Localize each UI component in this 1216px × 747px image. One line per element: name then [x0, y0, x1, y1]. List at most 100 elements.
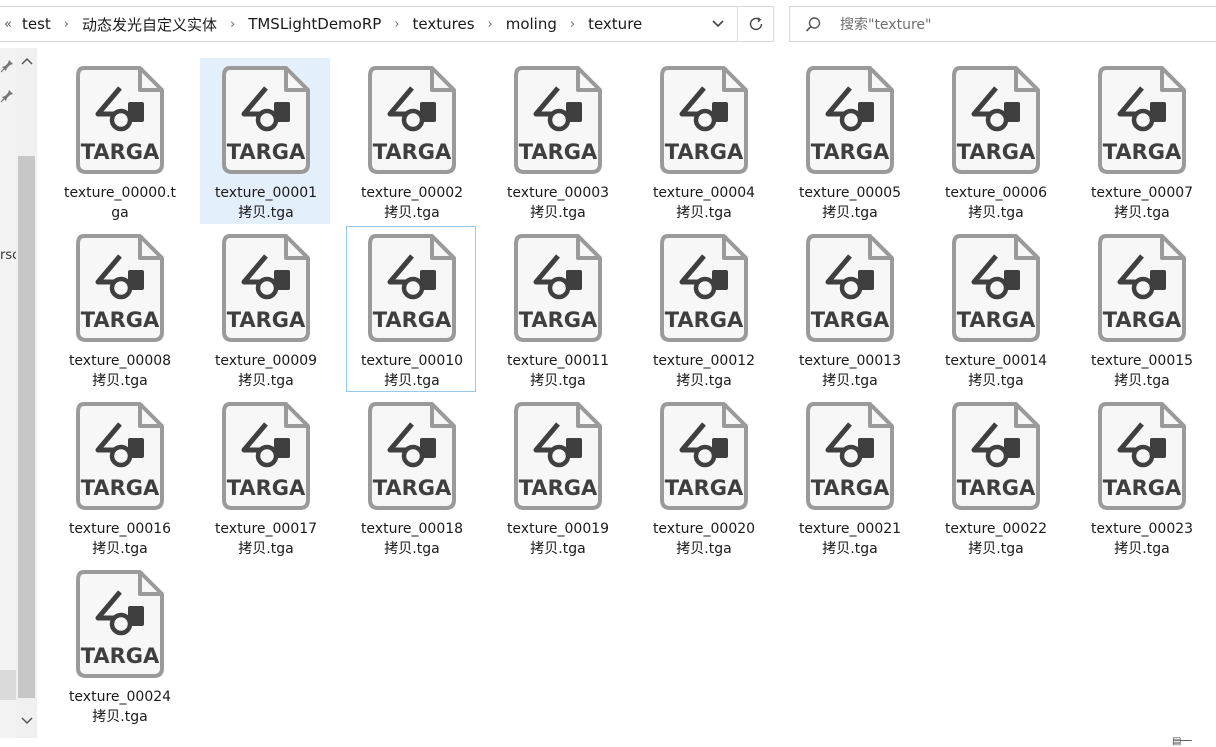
- address-bar[interactable]: « test › 动态发光自定义实体 › TMSLightDemoRP › te…: [0, 6, 774, 42]
- nav-item-highlight[interactable]: [0, 670, 16, 700]
- targa-file-icon: TARGA: [804, 400, 896, 512]
- file-name-line2: 拷贝.tga: [676, 373, 732, 389]
- breadcrumb-item-tmslightdemorp[interactable]: TMSLightDemoRP: [246, 15, 383, 33]
- file-name-line1: texture_00007: [1090, 185, 1194, 201]
- targa-file-icon: TARGA: [804, 64, 896, 176]
- chevron-right-icon[interactable]: ›: [230, 17, 235, 32]
- file-item[interactable]: TARGA texture_00016 拷贝.tga: [54, 394, 184, 560]
- double-chevron-left-icon[interactable]: «: [4, 17, 12, 32]
- file-item[interactable]: TARGA texture_00023 拷贝.tga: [1076, 394, 1206, 560]
- file-name: texture_00014 拷贝.tga: [933, 351, 1059, 391]
- breadcrumb-item-moling[interactable]: moling: [504, 15, 559, 33]
- file-name-line2: 拷贝.tga: [92, 373, 148, 389]
- file-name: texture_00001 拷贝.tga: [203, 183, 329, 223]
- file-name-line2: 拷贝.tga: [822, 205, 878, 221]
- targa-file-icon: TARGA: [950, 64, 1042, 176]
- file-name-line1: texture_00006: [944, 185, 1048, 201]
- breadcrumb-item-texture[interactable]: texture: [586, 15, 644, 33]
- file-name-line2: 拷贝.tga: [968, 541, 1024, 557]
- file-name-line2: 拷贝.tga: [822, 373, 878, 389]
- file-name-line1: texture_00022: [944, 521, 1048, 537]
- file-item[interactable]: TARGA texture_00011 拷贝.tga: [492, 226, 622, 392]
- file-name: texture_00015 拷贝.tga: [1079, 351, 1205, 391]
- file-name-line2: 拷贝.tga: [968, 373, 1024, 389]
- file-item[interactable]: TARGA texture_00013 拷贝.tga: [784, 226, 914, 392]
- file-name-line2: 拷贝.tga: [1114, 541, 1170, 557]
- file-name-line1: texture_00019: [506, 521, 610, 537]
- search-input[interactable]: [838, 13, 1202, 37]
- file-item[interactable]: TARGA texture_00019 拷贝.tga: [492, 394, 622, 560]
- chevron-right-icon[interactable]: ›: [488, 17, 493, 32]
- targa-file-icon: TARGA: [366, 64, 458, 176]
- file-item[interactable]: TARGA texture_00003 拷贝.tga: [492, 58, 622, 224]
- file-item[interactable]: TARGA texture_00014 拷贝.tga: [930, 226, 1060, 392]
- file-item[interactable]: TARGA texture_00010 拷贝.tga: [346, 226, 476, 392]
- file-name-line1: texture_00020: [652, 521, 756, 537]
- file-item[interactable]: TARGA texture_00020 拷贝.tga: [638, 394, 768, 560]
- pin-icon[interactable]: [0, 88, 14, 107]
- targa-file-icon: TARGA: [804, 232, 896, 344]
- file-item[interactable]: TARGA texture_00018 拷贝.tga: [346, 394, 476, 560]
- file-name-line2: 拷贝.tga: [676, 541, 732, 557]
- breadcrumb-item-test[interactable]: test: [20, 15, 53, 33]
- file-name: texture_00019 拷贝.tga: [495, 519, 621, 559]
- file-type-badge: TARGA: [811, 476, 890, 500]
- file-name-line1: texture_00021: [798, 521, 902, 537]
- file-item[interactable]: TARGA texture_00017 拷贝.tga: [200, 394, 330, 560]
- file-name-line2: 拷贝.tga: [530, 373, 586, 389]
- file-item[interactable]: TARGA texture_00024 拷贝.tga: [54, 562, 184, 728]
- file-item[interactable]: TARGA texture_00006 拷贝.tga: [930, 58, 1060, 224]
- targa-file-icon: TARGA: [366, 400, 458, 512]
- targa-file-icon: TARGA: [658, 64, 750, 176]
- file-name-line2: 拷贝.tga: [1114, 205, 1170, 221]
- file-name: texture_00013 拷贝.tga: [787, 351, 913, 391]
- file-name-line2: 拷贝.tga: [384, 205, 440, 221]
- file-name: texture_00009 拷贝.tga: [203, 351, 329, 391]
- scroll-down-icon[interactable]: [16, 712, 37, 730]
- targa-file-icon: TARGA: [512, 232, 604, 344]
- file-item[interactable]: TARGA texture_00008 拷贝.tga: [54, 226, 184, 392]
- file-item[interactable]: TARGA texture_00012 拷贝.tga: [638, 226, 768, 392]
- targa-file-icon: TARGA: [220, 400, 312, 512]
- pin-icon[interactable]: [0, 58, 14, 77]
- file-name-line2: 拷贝.tga: [92, 541, 148, 557]
- file-name-line1: texture_00024: [68, 689, 172, 705]
- chevron-right-icon[interactable]: ›: [570, 17, 575, 32]
- file-item[interactable]: TARGA texture_00002 拷贝.tga: [346, 58, 476, 224]
- chevron-down-icon[interactable]: [700, 7, 736, 41]
- file-item[interactable]: TARGA texture_00015 拷贝.tga: [1076, 226, 1206, 392]
- file-name-line2: 拷贝.tga: [238, 205, 294, 221]
- chevron-right-icon[interactable]: ›: [64, 17, 69, 32]
- file-type-badge: TARGA: [227, 476, 306, 500]
- file-name-line1: texture_00002: [360, 185, 464, 201]
- scrollbar-thumb[interactable]: [18, 156, 35, 698]
- targa-file-icon: TARGA: [74, 232, 166, 344]
- breadcrumb-item-dynamic-light[interactable]: 动态发光自定义实体: [80, 14, 219, 35]
- breadcrumb-item-textures[interactable]: textures: [411, 15, 477, 33]
- file-item[interactable]: TARGA texture_00009 拷贝.tga: [200, 226, 330, 392]
- file-name-line2: 拷贝.tga: [384, 541, 440, 557]
- chevron-right-icon[interactable]: ›: [394, 17, 399, 32]
- navigation-pane: rsc: [0, 48, 19, 738]
- file-item[interactable]: TARGA texture_00001 拷贝.tga: [200, 58, 330, 224]
- file-type-badge: TARGA: [81, 308, 160, 332]
- file-item[interactable]: TARGA texture_00000.t ga: [54, 58, 184, 224]
- file-item[interactable]: TARGA texture_00022 拷贝.tga: [930, 394, 1060, 560]
- targa-file-icon: TARGA: [512, 400, 604, 512]
- file-type-badge: TARGA: [957, 140, 1036, 164]
- file-item[interactable]: TARGA texture_00005 拷贝.tga: [784, 58, 914, 224]
- scroll-up-icon[interactable]: [16, 52, 37, 70]
- file-type-badge: TARGA: [665, 476, 744, 500]
- view-toggle-icon[interactable]: ▤──: [1172, 736, 1191, 747]
- vertical-scrollbar[interactable]: [16, 48, 37, 738]
- file-name: texture_00011 拷贝.tga: [495, 351, 621, 391]
- search-box[interactable]: [789, 6, 1216, 42]
- file-item[interactable]: TARGA texture_00007 拷贝.tga: [1076, 58, 1206, 224]
- file-name: texture_00012 拷贝.tga: [641, 351, 767, 391]
- search-icon: [804, 16, 822, 38]
- file-item[interactable]: TARGA texture_00021 拷贝.tga: [784, 394, 914, 560]
- file-item[interactable]: TARGA texture_00004 拷贝.tga: [638, 58, 768, 224]
- refresh-icon[interactable]: [737, 7, 774, 41]
- file-type-badge: TARGA: [1103, 140, 1182, 164]
- file-name-line2: 拷贝.tga: [238, 541, 294, 557]
